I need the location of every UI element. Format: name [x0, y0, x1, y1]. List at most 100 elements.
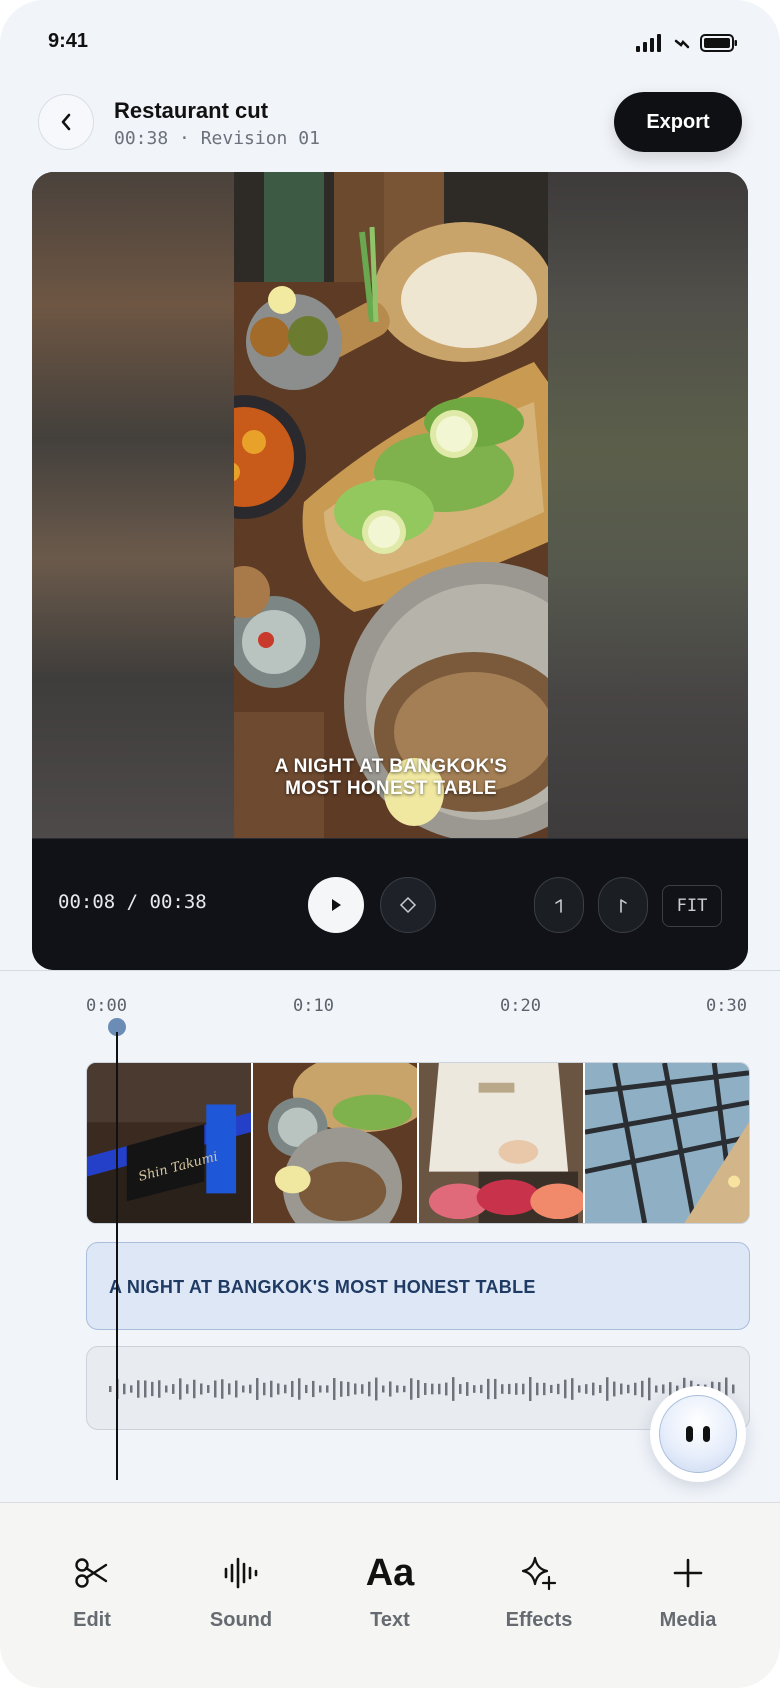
waveform-bar: [312, 1380, 315, 1398]
waveform-bar: [431, 1383, 434, 1395]
redo-button[interactable]: [598, 877, 648, 933]
waveform-bar: [291, 1380, 294, 1398]
chevron-left-icon: [61, 113, 71, 131]
undo-button[interactable]: [534, 877, 584, 933]
waveform-bar: [186, 1384, 189, 1394]
waveform-bar: [284, 1384, 287, 1394]
undo-icon: [555, 899, 562, 913]
audio-track[interactable]: [86, 1346, 750, 1430]
waveform-bar: [445, 1382, 448, 1396]
waveform-bar: [347, 1381, 350, 1397]
play-button[interactable]: [308, 877, 364, 933]
status-icons: [636, 34, 738, 52]
thai-dishes-clip[interactable]: [253, 1063, 417, 1223]
tool-sound[interactable]: Sound: [176, 1551, 306, 1632]
waveform-bar: [620, 1383, 623, 1395]
tool-label: Media: [659, 1609, 717, 1631]
audio-waveform: [109, 1377, 735, 1401]
tool-effects[interactable]: Effects: [474, 1551, 604, 1632]
waveform-bar: [214, 1380, 217, 1398]
tool-text[interactable]: Aa Text: [325, 1551, 455, 1632]
waveform-bar: [515, 1383, 518, 1395]
caption-line-2: MOST HONEST TABLE: [285, 778, 497, 799]
waveform-bar: [424, 1383, 427, 1395]
waveform-bar: [326, 1385, 329, 1393]
waveform-bar: [228, 1383, 231, 1395]
waveform-bar: [732, 1384, 735, 1394]
waveform-bar: [459, 1384, 462, 1394]
waveform-bar: [606, 1377, 609, 1401]
waveform-bar: [403, 1385, 406, 1393]
waveform-bar: [487, 1378, 490, 1400]
waveform-bar: [473, 1385, 476, 1393]
video-frame: A NIGHT AT BANGKOK'S MOST HONEST TABLE: [234, 172, 548, 838]
waveform-bar: [200, 1383, 203, 1395]
waveform-bar: [648, 1377, 651, 1401]
sparkle-icon: [521, 1551, 557, 1595]
waveform-bar: [151, 1381, 154, 1397]
back-button[interactable]: [38, 94, 94, 150]
cellular-signal-icon: [636, 34, 661, 52]
waveform-bar: [179, 1378, 182, 1400]
waveform-bar: [340, 1381, 343, 1397]
thai-dishes-thumbnail: [253, 1063, 417, 1223]
waveform-bar: [410, 1378, 413, 1400]
waveform-bar: [522, 1383, 525, 1395]
waveform-bar: [144, 1380, 147, 1398]
waveform-bar: [592, 1382, 595, 1396]
waveform-bar: [298, 1378, 301, 1400]
food-table-illustration: [234, 172, 548, 838]
video-preview[interactable]: A NIGHT AT BANGKOK'S MOST HONEST TABLE 0…: [32, 172, 748, 970]
waveform-bar: [172, 1384, 175, 1394]
glass-ceiling-clip[interactable]: [585, 1063, 749, 1223]
battery-icon: [700, 34, 737, 52]
tool-edit[interactable]: Edit: [27, 1551, 157, 1632]
playback-controls: 00:08 / 00:38 FIT: [32, 838, 748, 970]
redo-icon: [620, 899, 627, 913]
export-button[interactable]: Export: [614, 92, 742, 152]
waveform-bar: [389, 1381, 392, 1397]
waveform-bar: [634, 1382, 637, 1396]
waveform-bar: [354, 1383, 357, 1395]
waveform-bar: [550, 1384, 553, 1394]
waveform-bar: [375, 1377, 378, 1401]
waveform-bar: [165, 1385, 168, 1393]
waveform-bar: [361, 1384, 364, 1394]
waveform-bar: [480, 1384, 483, 1394]
restaurant-sign-clip[interactable]: Shin Takumi: [87, 1063, 251, 1223]
keyframe-button[interactable]: [380, 877, 436, 933]
waveform-bar: [319, 1385, 322, 1393]
waveform-bar: [396, 1385, 399, 1393]
video-clip-strip[interactable]: Shin Takumi: [86, 1062, 750, 1224]
assistant-button[interactable]: [650, 1386, 746, 1482]
preview-blur-left: [32, 172, 234, 838]
video-caption: A NIGHT AT BANGKOK'S MOST HONEST TABLE: [234, 756, 548, 800]
tool-media[interactable]: Media: [623, 1551, 753, 1632]
waveform-bar: [662, 1384, 665, 1394]
text-aa-glyph: Aa: [365, 1551, 415, 1594]
waveform-bar: [305, 1384, 308, 1394]
tool-label: Sound: [209, 1609, 273, 1631]
bottom-toolbar: Edit Sound Aa Text Effects Media: [0, 1502, 780, 1688]
waveform-bar: [599, 1384, 602, 1394]
scissors-icon: [74, 1551, 110, 1595]
assistant-eye-left: [686, 1426, 693, 1442]
waveform-bar: [613, 1381, 616, 1397]
text-track[interactable]: A NIGHT AT BANGKOK'S MOST HONEST TABLE: [86, 1242, 750, 1330]
waveform-bar: [207, 1385, 210, 1393]
chef-sashimi-clip[interactable]: [419, 1063, 583, 1223]
text-aa-icon: Aa: [366, 1551, 415, 1595]
tool-label: Edit: [73, 1609, 111, 1631]
waveform-bar: [235, 1380, 238, 1398]
project-title: Restaurant cut: [114, 98, 269, 123]
fit-button[interactable]: FIT: [662, 885, 722, 927]
waveform-bar: [382, 1385, 385, 1393]
waveform-bar: [557, 1383, 560, 1395]
waveform-bar: [655, 1385, 658, 1393]
waveform-bar: [543, 1382, 546, 1396]
waveform-bar: [263, 1382, 266, 1396]
waveform-bar: [123, 1383, 126, 1395]
play-icon: [332, 899, 341, 911]
waveform-bar: [249, 1384, 252, 1394]
timecode: 00:08 / 00:38: [58, 891, 207, 913]
